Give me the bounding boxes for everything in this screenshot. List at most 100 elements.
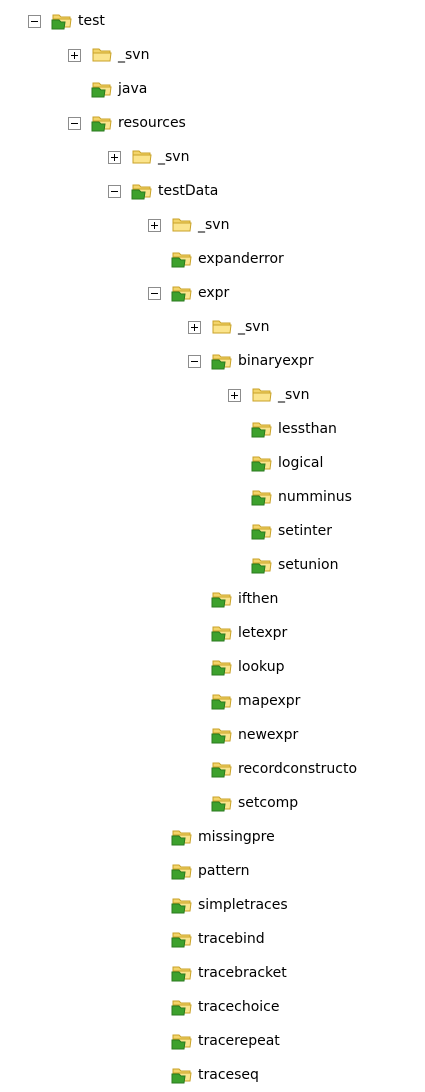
tree-node[interactable]: simpletraces [171,888,288,922]
versioned-folder-icon [211,624,233,642]
tree-node-label: testData [158,183,219,199]
versioned-folder-icon [211,794,233,812]
tree-node[interactable]: _svn [188,310,269,344]
tree-node-label: tracebracket [198,965,287,981]
versioned-folder-icon [171,1032,193,1050]
tree-node-label: tracerepeat [198,1033,280,1049]
tree-node-label: expr [198,285,230,301]
tree-node[interactable]: resources [68,106,186,140]
versioned-folder-icon [171,896,193,914]
versioned-folder-icon [251,454,273,472]
tree-node[interactable]: _svn [228,378,309,412]
versioned-folder-icon [171,250,193,268]
tree-node-label: binaryexpr [238,353,314,369]
versioned-folder-icon [171,930,193,948]
versioned-folder-icon [171,998,193,1016]
tree-node[interactable]: recordconstructo [211,752,357,786]
versioned-folder-icon [91,80,113,98]
versioned-folder-icon [91,114,113,132]
versioned-folder-icon [171,862,193,880]
tree-node-label: recordconstructo [238,761,358,777]
tree-node-label: _svn [238,319,270,335]
tree-node-label: lessthan [278,421,337,437]
tree-node-label: simpletraces [198,897,288,913]
folder-icon [91,46,113,64]
expand-icon[interactable] [148,218,161,232]
collapse-icon[interactable] [188,354,201,368]
folder-icon [171,216,193,234]
tree-node[interactable]: tracerepeat [171,1024,280,1058]
tree-node[interactable]: tracebracket [171,956,287,990]
collapse-icon[interactable] [108,184,121,198]
versioned-folder-icon [211,658,233,676]
tree-node-label: lookup [238,659,285,675]
tree-node-label: logical [278,455,324,471]
tree-node[interactable]: ifthen [211,582,278,616]
tree-node-label: traceseq [198,1067,259,1083]
tree-node-label: tracechoice [198,999,280,1015]
tree-node-label: java [118,81,148,97]
tree-node[interactable]: binaryexpr [188,344,314,378]
tree-node[interactable]: letexpr [211,616,287,650]
tree-node-label: test [78,13,105,29]
versioned-folder-icon [131,182,153,200]
versioned-folder-icon [171,964,193,982]
versioned-folder-icon [251,488,273,506]
tree-node-label: expanderror [198,251,284,267]
tree-node-label: _svn [158,149,190,165]
tree-node[interactable]: pattern [171,854,249,888]
collapse-icon[interactable] [28,14,41,28]
tree-node[interactable]: setinter [251,514,332,548]
tree-node[interactable]: _svn [108,140,189,174]
tree-node-label: resources [118,115,186,131]
tree-node[interactable]: logical [251,446,323,480]
tree-node[interactable]: tracechoice [171,990,279,1024]
tree-node-label: setcomp [238,795,299,811]
versioned-folder-icon [251,556,273,574]
tree-node-label: mapexpr [238,693,301,709]
collapse-icon[interactable] [68,116,81,130]
expand-icon[interactable] [228,388,241,402]
versioned-folder-icon [51,12,73,30]
tree-node-label: numminus [278,489,352,505]
tree-node[interactable]: tracebind [171,922,265,956]
tree-node-label: _svn [278,387,310,403]
tree-node-label: tracebind [198,931,265,947]
tree-node-label: setinter [278,523,333,539]
tree-node[interactable]: test [28,4,105,38]
tree-node[interactable]: java [91,72,147,106]
collapse-icon[interactable] [148,286,161,300]
tree-node-label: letexpr [238,625,288,641]
tree-node[interactable]: missingpre [171,820,275,854]
expand-icon[interactable] [188,320,201,334]
tree-node[interactable]: mapexpr [211,684,300,718]
tree-node[interactable]: expanderror [171,242,284,276]
folder-icon [251,386,273,404]
versioned-folder-icon [211,692,233,710]
folder-icon [211,318,233,336]
tree-node[interactable]: setcomp [211,786,298,820]
tree-node-label: pattern [198,863,250,879]
tree-node[interactable]: lessthan [251,412,337,446]
versioned-folder-icon [211,726,233,744]
versioned-folder-icon [171,284,193,302]
versioned-folder-icon [211,760,233,778]
tree-node-label: setunion [278,557,339,573]
tree-node[interactable]: numminus [251,480,352,514]
tree-node[interactable]: setunion [251,548,338,582]
tree-node[interactable]: _svn [148,208,229,242]
tree-node-label: _svn [118,47,150,63]
tree-node-label: missingpre [198,829,275,845]
tree-node[interactable]: lookup [211,650,284,684]
tree-node-label: newexpr [238,727,299,743]
tree-node[interactable]: testData [108,174,218,208]
folder-icon [131,148,153,166]
versioned-folder-icon [211,590,233,608]
tree-node-label: _svn [198,217,230,233]
tree-node[interactable]: expr [148,276,229,310]
expand-icon[interactable] [68,48,81,62]
versioned-folder-icon [251,522,273,540]
expand-icon[interactable] [108,150,121,164]
tree-node[interactable]: _svn [68,38,149,72]
tree-node[interactable]: newexpr [211,718,298,752]
